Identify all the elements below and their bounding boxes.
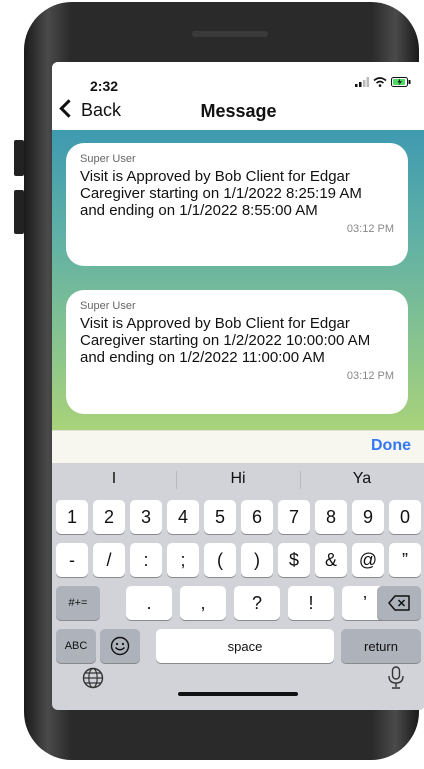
suggestion[interactable]: I bbox=[52, 470, 176, 488]
dictation-key[interactable] bbox=[387, 666, 405, 695]
microphone-icon bbox=[388, 666, 404, 689]
message-sender: Super User bbox=[80, 300, 136, 312]
key[interactable]: ; bbox=[167, 543, 199, 577]
emoji-key[interactable] bbox=[100, 629, 140, 663]
key[interactable]: 6 bbox=[241, 500, 273, 534]
keyboard-toolbar: Done bbox=[52, 430, 424, 463]
backspace-icon bbox=[388, 595, 410, 611]
message-timestamp: 03:12 PM bbox=[346, 370, 394, 382]
key[interactable]: 7 bbox=[278, 500, 310, 534]
home-indicator[interactable] bbox=[178, 692, 298, 696]
message-sender: Super User bbox=[80, 153, 136, 165]
key[interactable]: 0 bbox=[389, 500, 421, 534]
message-bubble: Super User Visit is Approved by Bob Clie… bbox=[66, 143, 408, 266]
message-bubble: Super User Visit is Approved by Bob Clie… bbox=[66, 290, 408, 414]
key[interactable]: . bbox=[126, 586, 172, 620]
status-bar: 2:32 bbox=[52, 62, 424, 94]
key[interactable]: 3 bbox=[130, 500, 162, 534]
key[interactable]: 2 bbox=[93, 500, 125, 534]
message-timestamp: 03:12 PM bbox=[346, 223, 394, 235]
key[interactable]: ” bbox=[389, 543, 421, 577]
mute-switch bbox=[14, 140, 24, 176]
emoji-icon bbox=[110, 636, 130, 656]
battery-charging-icon bbox=[391, 77, 411, 88]
phone-screen: 2:32 Back Message Super User Visit is Ap… bbox=[52, 62, 424, 710]
key[interactable]: : bbox=[130, 543, 162, 577]
message-text: Visit is Approved by Bob Client for Edga… bbox=[80, 168, 362, 219]
key[interactable]: ? bbox=[234, 586, 280, 620]
signal-icon bbox=[354, 77, 369, 88]
suggestion[interactable]: Hi bbox=[176, 470, 300, 488]
key[interactable]: 1 bbox=[56, 500, 88, 534]
key[interactable]: / bbox=[93, 543, 125, 577]
predictive-bar: I Hi Ya bbox=[52, 463, 424, 497]
globe-icon bbox=[82, 667, 104, 689]
wifi-icon bbox=[373, 77, 387, 87]
key[interactable]: $ bbox=[278, 543, 310, 577]
key[interactable]: @ bbox=[352, 543, 384, 577]
delete-key[interactable] bbox=[377, 586, 421, 620]
return-key[interactable]: return bbox=[341, 629, 421, 663]
status-icons bbox=[354, 76, 411, 88]
navigation-bar: Back Message bbox=[52, 92, 424, 130]
suggestion[interactable]: Ya bbox=[300, 470, 424, 488]
key[interactable]: - bbox=[56, 543, 88, 577]
message-list[interactable]: Super User Visit is Approved by Bob Clie… bbox=[52, 130, 424, 430]
done-button[interactable]: Done bbox=[371, 437, 411, 455]
symbols-toggle-key[interactable]: #+= bbox=[56, 586, 100, 620]
abc-key[interactable]: ABC bbox=[56, 629, 96, 663]
phone-frame: 2:32 Back Message Super User Visit is Ap… bbox=[14, 0, 424, 765]
globe-key[interactable] bbox=[82, 667, 104, 694]
key[interactable]: ) bbox=[241, 543, 273, 577]
key[interactable]: ! bbox=[288, 586, 334, 620]
page-title: Message bbox=[200, 101, 277, 121]
key[interactable]: 8 bbox=[315, 500, 347, 534]
key[interactable]: 4 bbox=[167, 500, 199, 534]
key[interactable]: 5 bbox=[204, 500, 236, 534]
key[interactable]: 9 bbox=[352, 500, 384, 534]
key[interactable]: ( bbox=[204, 543, 236, 577]
key[interactable]: , bbox=[180, 586, 226, 620]
message-text: Visit is Approved by Bob Client for Edga… bbox=[80, 315, 371, 366]
speaker-grille bbox=[192, 31, 268, 37]
space-key[interactable]: space bbox=[156, 629, 334, 663]
key[interactable]: & bbox=[315, 543, 347, 577]
volume-button bbox=[14, 190, 24, 234]
